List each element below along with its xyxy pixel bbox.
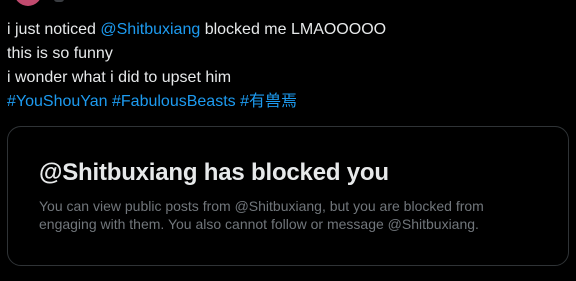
blocked-notice-title: @Shitbuxiang has blocked you [39, 159, 389, 186]
hashtag-link[interactable]: #FabulousBeasts [112, 93, 236, 110]
blocked-notice-card: @Shitbuxiang has blocked you You can vie… [7, 126, 569, 266]
tweet-text: i just noticed @Shitbuxiang blocked me L… [7, 18, 567, 114]
mention-link[interactable]: @Shitbuxiang [100, 21, 200, 38]
author-name-fragment [54, 0, 64, 2]
tweet-line-1: i just noticed @Shitbuxiang blocked me L… [7, 18, 567, 42]
hashtag-link[interactable]: #有兽焉 [240, 93, 297, 110]
tweet-text-segment: i just noticed [7, 21, 101, 38]
tweet-line-3: i wonder what i did to upset him [7, 69, 232, 86]
tweet-text-segment: blocked me LMAOOOOO [200, 21, 387, 38]
avatar[interactable] [14, 0, 42, 6]
tweet-line-2: this is so funny [7, 45, 113, 62]
blocked-notice-body: You can view public posts from @Shitbuxi… [39, 198, 484, 232]
hashtag-line: #YouShouYan #FabulousBeasts #有兽焉 [7, 90, 567, 114]
hashtag-link[interactable]: #YouShouYan [7, 93, 108, 110]
